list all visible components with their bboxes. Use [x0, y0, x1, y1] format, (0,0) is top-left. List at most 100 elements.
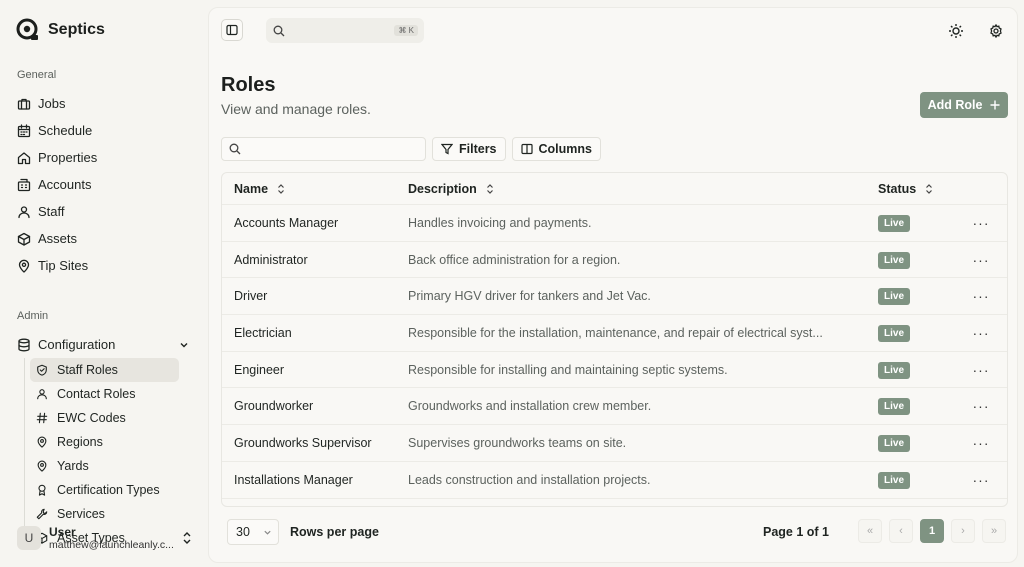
first-page-button[interactable]: «	[858, 519, 882, 543]
rows-per-page-select[interactable]: 30	[227, 519, 279, 545]
brand[interactable]: Septics	[12, 0, 196, 60]
user-icon	[37, 389, 47, 400]
table-row[interactable]: Installations Manager Leads construction …	[222, 462, 1007, 499]
row-actions-menu-icon[interactable]: ···	[973, 288, 990, 304]
table-row[interactable]: Groundworker Groundworks and installation…	[222, 388, 1007, 426]
row-actions-menu-icon[interactable]: ···	[973, 252, 990, 268]
table-row[interactable]: Administrator Back office administration …	[222, 242, 1007, 279]
briefcase-icon	[17, 98, 31, 110]
role-description: Groundworks and installation crew member…	[408, 399, 652, 414]
sidebar-item-tip-sites[interactable]: Tip Sites	[12, 252, 196, 279]
sidebar-item-label: Services	[57, 507, 105, 521]
role-name: Groundworks Supervisor	[234, 435, 372, 450]
previous-page-button[interactable]: ‹	[889, 519, 913, 543]
table-row[interactable]: Accounts Manager Handles invoicing and pa…	[222, 205, 1007, 242]
search-icon	[229, 143, 241, 155]
role-description: Supervises groundworks teams on site.	[408, 435, 627, 450]
sidebar-item-label: Staff Roles	[57, 363, 118, 377]
sidebar-item-label: Configuration	[38, 337, 116, 352]
sidebar-item-label: Staff	[38, 204, 65, 219]
sidebar-item-label: Jobs	[38, 96, 66, 111]
user-menu[interactable]: U User matthew@launchleanly.c...	[17, 523, 193, 553]
status-badge: Live	[878, 398, 911, 416]
role-name: Administrator	[234, 252, 308, 267]
sidebar-item-configuration[interactable]: Configuration	[12, 331, 196, 358]
description-column-header[interactable]: Description	[396, 182, 866, 196]
filters-button[interactable]: Filters	[432, 137, 506, 161]
sidebar-item-staff[interactable]: Staff	[12, 198, 196, 225]
sidebar-item-accounts[interactable]: Accounts	[12, 171, 196, 198]
global-search-input[interactable]: ⌘ K	[266, 18, 424, 43]
row-actions-menu-icon[interactable]: ···	[973, 398, 990, 414]
page-subtitle: View and manage roles.	[221, 101, 371, 117]
calendar-icon	[17, 123, 31, 137]
description-header-label: Description	[408, 181, 477, 196]
admin-section-label: Admin	[17, 310, 49, 322]
sidebar-item-label: EWC Codes	[57, 411, 126, 425]
sort-icon	[926, 183, 933, 194]
chevrons-left-icon: «	[866, 525, 874, 537]
sidebar-item-label: Yards	[57, 459, 89, 473]
page-indicator: Page 1 of 1	[763, 525, 829, 539]
table-header: Name Description Status	[222, 173, 1007, 205]
add-role-button[interactable]: Add Role	[920, 92, 1008, 118]
role-description: Back office administration for a region.	[408, 252, 621, 267]
table-row[interactable]: Driver Primary HGV driver for tankers and…	[222, 278, 1007, 316]
next-page-button[interactable]: ›	[951, 519, 975, 543]
box-icon	[17, 232, 31, 246]
sidebar-item-regions[interactable]: Regions	[30, 430, 196, 454]
row-actions-menu-icon[interactable]: ···	[973, 435, 990, 451]
sidebar-item-label: Properties	[38, 150, 98, 165]
table-search-input[interactable]	[221, 137, 426, 161]
columns-button[interactable]: Columns	[511, 137, 601, 161]
wrench-icon	[36, 508, 48, 520]
status-badge: Live	[878, 288, 911, 306]
map-pin-icon	[37, 460, 47, 472]
sidebar-item-schedule[interactable]: Schedule	[12, 117, 196, 144]
sidebar-item-label: Tip Sites	[38, 258, 89, 273]
search-shortcut-badge: ⌘ K	[394, 25, 418, 36]
sidebar-item-certification-types[interactable]: Certification Types	[30, 478, 196, 502]
sidebar-toggle-button[interactable]	[221, 19, 243, 41]
brand-name: Septics	[48, 21, 105, 38]
pagination-bar: 30 Rows per page Page 1 of 1 « ‹ 1 › »	[221, 519, 1008, 545]
sidebar-item-contact-roles[interactable]: Contact Roles	[30, 382, 196, 406]
chevron-left-icon: ‹	[899, 525, 903, 537]
role-name: Engineer	[234, 362, 285, 377]
plus-icon	[990, 100, 1000, 110]
map-pin-icon	[37, 436, 47, 448]
sidebar-item-jobs[interactable]: Jobs	[12, 90, 196, 117]
role-name: Electrician	[234, 325, 292, 340]
main-panel: ⌘ K Roles View and manage roles. Add Rol…	[208, 7, 1018, 563]
table-row[interactable]: Electrician Responsible for the installat…	[222, 315, 1007, 352]
add-role-label: Add Role	[927, 98, 983, 112]
row-actions-menu-icon[interactable]: ···	[973, 215, 990, 231]
topbar: ⌘ K	[209, 8, 1017, 54]
row-actions-menu-icon[interactable]: ···	[973, 362, 990, 378]
page-1-button[interactable]: 1	[920, 519, 944, 543]
sidebar-item-properties[interactable]: Properties	[12, 144, 196, 171]
sidebar-item-label: Certification Types	[57, 483, 160, 497]
sun-icon[interactable]	[948, 23, 964, 39]
row-actions-menu-icon[interactable]: ···	[973, 325, 990, 341]
sidebar-item-ewc-codes[interactable]: EWC Codes	[30, 406, 196, 430]
row-actions-menu-icon[interactable]: ···	[973, 472, 990, 488]
sidebar-item-assets[interactable]: Assets	[12, 225, 196, 252]
name-column-header[interactable]: Name	[222, 182, 396, 196]
sidebar-item-yards[interactable]: Yards	[30, 454, 196, 478]
chevrons-up-down-icon	[183, 532, 191, 544]
name-header-label: Name	[234, 181, 269, 196]
gear-icon[interactable]	[989, 24, 1003, 38]
configuration-subnav: Staff Roles Contact Roles EWC Codes Regions…	[24, 358, 196, 544]
status-badge: Live	[878, 324, 911, 342]
sidebar-item-staff-roles[interactable]: Staff Roles	[30, 358, 179, 382]
role-name: Accounts Manager	[234, 215, 339, 230]
last-page-button[interactable]: »	[982, 519, 1006, 543]
table-row[interactable]: Engineer Responsible for installing and m…	[222, 352, 1007, 389]
chevron-down-icon	[264, 530, 271, 535]
table-row[interactable]: Groundworks Supervisor Supervises groundw…	[222, 425, 1007, 462]
role-name: Installations Manager	[234, 472, 353, 487]
award-icon	[38, 484, 46, 496]
sort-icon	[486, 183, 493, 194]
status-column-header[interactable]: Status	[866, 182, 956, 196]
